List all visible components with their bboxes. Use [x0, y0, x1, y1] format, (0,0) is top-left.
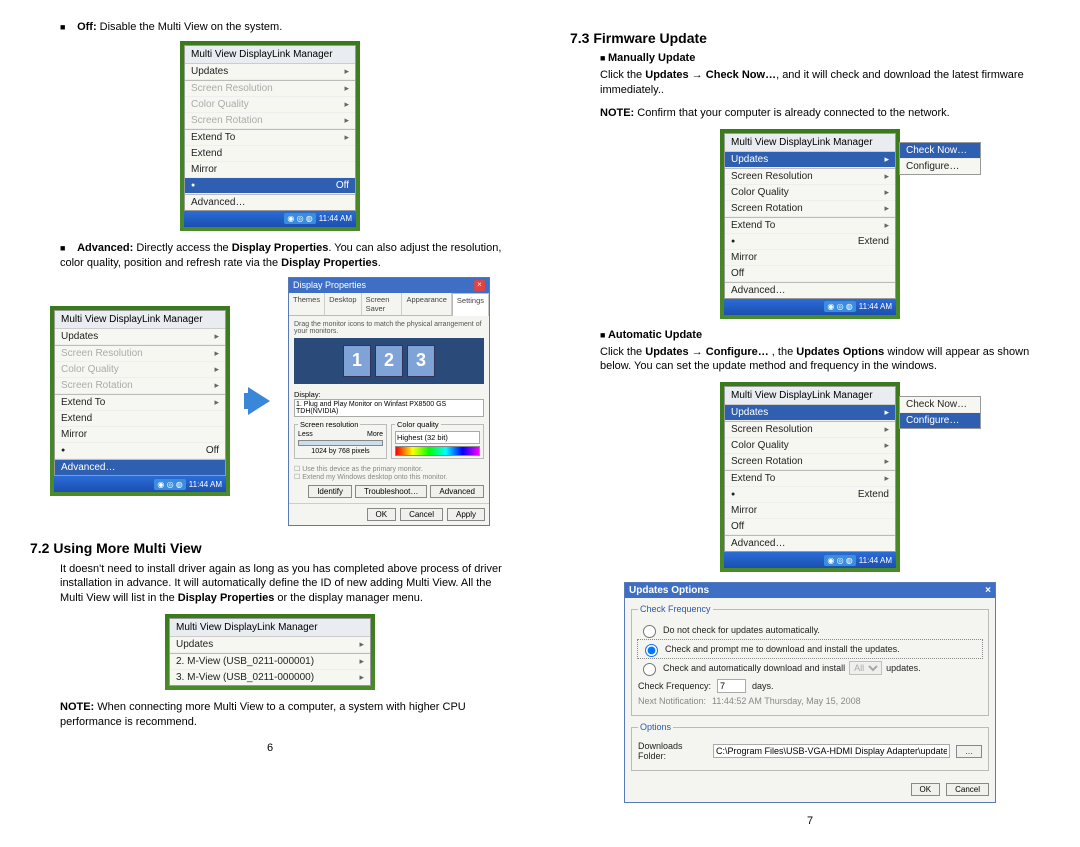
- opt-ok-button[interactable]: OK: [911, 783, 941, 796]
- check-frequency-input[interactable]: [717, 679, 746, 693]
- downloads-folder-input[interactable]: [713, 744, 950, 758]
- menu-extend-to[interactable]: Extend To: [185, 130, 355, 146]
- note-7-2: NOTE: When connecting more Multi View to…: [60, 700, 510, 730]
- display-select[interactable]: 1. Plug and Play Monitor on Winfast PX85…: [294, 399, 484, 417]
- sub-auto: Automatic Update: [600, 329, 1050, 341]
- taskbar: ◉ ◎ ◍11:44 AM: [184, 211, 356, 227]
- menu-advanced[interactable]: Advanced…: [185, 195, 355, 210]
- resolution-slider[interactable]: [298, 440, 383, 446]
- opt-cancel-button[interactable]: Cancel: [946, 783, 989, 796]
- close-icon[interactable]: ×: [474, 280, 485, 291]
- updates-scope-select: All: [849, 661, 882, 675]
- mview-2[interactable]: 2. M-View (USB_0211-000001): [170, 654, 370, 670]
- tab-appearance[interactable]: Appearance: [402, 293, 451, 315]
- figure-advanced-row: Multi View DisplayLink Manager Updates S…: [30, 277, 510, 526]
- menu-updates-sel[interactable]: Updates Check Now… Configure…: [725, 152, 895, 168]
- figure-menu-mview: Multi View DisplayLink Manager Updates 2…: [30, 614, 510, 690]
- off-text: Disable the Multi View on the system.: [97, 21, 283, 33]
- bullet-advanced: ■ Advanced: Directly access the Display …: [60, 241, 510, 271]
- apply-button[interactable]: Apply: [447, 508, 485, 521]
- color-quality-select[interactable]: Highest (32 bit): [395, 431, 480, 444]
- menu-screen-res: Screen Resolution: [185, 81, 355, 97]
- heading-7-3: 7.3 Firmware Update: [570, 30, 1050, 46]
- monitor-preview[interactable]: 123: [294, 338, 484, 384]
- figure-menu-check-now: Multi View DisplayLink Manager Updates C…: [570, 129, 1050, 319]
- submenu-configure-sel[interactable]: Configure…: [900, 413, 980, 428]
- radio-auto[interactable]: Check and automatically download and ins…: [638, 660, 982, 676]
- tab-themes[interactable]: Themes: [289, 293, 325, 315]
- para-manual: Click the Updates → Check Now…, and it w…: [600, 68, 1050, 98]
- heading-7-2: 7.2 Using More Multi View: [30, 540, 510, 556]
- close-icon[interactable]: ×: [985, 585, 991, 596]
- submenu-configure[interactable]: Configure…: [900, 159, 980, 174]
- display-properties-dialog: Display Properties× Themes Desktop Scree…: [288, 277, 490, 526]
- radio-prompt[interactable]: Check and prompt me to download and inst…: [638, 640, 982, 658]
- page-right: 7.3 Firmware Update Manually Update Clic…: [570, 20, 1050, 827]
- para-7-2: It doesn't need to install driver again …: [60, 562, 510, 607]
- page-left: ■ Off: Disable the Multi View on the sys…: [30, 20, 510, 827]
- mview-3[interactable]: 3. M-View (USB_0211-000000): [170, 670, 370, 685]
- tab-desktop[interactable]: Desktop: [325, 293, 362, 315]
- menu-off[interactable]: Off: [185, 178, 355, 194]
- menu-title: Multi View DisplayLink Manager: [185, 46, 355, 64]
- menu-screen-rotation: Screen Rotation: [185, 113, 355, 129]
- radio-no-check[interactable]: Do not check for updates automatically.: [638, 622, 982, 638]
- tab-screensaver[interactable]: Screen Saver: [362, 293, 403, 315]
- identify-button[interactable]: Identify: [308, 485, 352, 498]
- ok-button[interactable]: OK: [367, 508, 397, 521]
- page-number-left: 6: [30, 742, 510, 754]
- tab-settings[interactable]: Settings: [452, 293, 489, 316]
- sub-manual: Manually Update: [600, 52, 1050, 64]
- dp-advanced-button[interactable]: Advanced: [430, 485, 484, 498]
- figure-menu-configure: Multi View DisplayLink Manager Updates C…: [570, 382, 1050, 572]
- troubleshoot-button[interactable]: Troubleshoot…: [355, 485, 427, 498]
- updates-options-dialog: Updates Options× Check Frequency Do not …: [624, 582, 996, 803]
- figure-menu-off: Multi View DisplayLink Manager Updates S…: [30, 41, 510, 231]
- arrow-icon: [248, 387, 270, 415]
- page-number-right: 7: [570, 815, 1050, 827]
- browse-button[interactable]: …: [956, 745, 982, 758]
- submenu-check-now[interactable]: Check Now…: [900, 143, 980, 159]
- menu-extend[interactable]: Extend: [185, 146, 355, 162]
- note-manual: NOTE: Confirm that your computer is alre…: [600, 106, 1050, 121]
- menu-color-quality: Color Quality: [185, 97, 355, 113]
- off-label: Off:: [77, 21, 97, 33]
- menu-advanced-selected[interactable]: Advanced…: [55, 460, 225, 475]
- bullet-off: ■ Off: Disable the Multi View on the sys…: [60, 20, 510, 35]
- cancel-button[interactable]: Cancel: [400, 508, 443, 521]
- menu-updates[interactable]: Updates: [185, 64, 355, 80]
- menu-mirror[interactable]: Mirror: [185, 162, 355, 178]
- para-auto: Click the Updates → Configure… , the Upd…: [600, 345, 1050, 375]
